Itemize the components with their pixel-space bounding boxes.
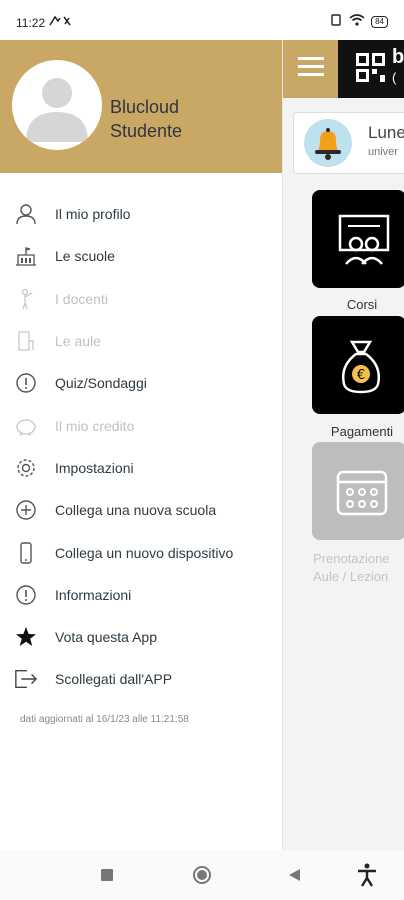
user-first-name: Blucloud: [110, 97, 180, 117]
avatar[interactable]: [12, 60, 102, 150]
circle-icon: [193, 866, 211, 884]
menu-item-settings[interactable]: Impostazioni: [0, 447, 282, 489]
app-header-logo: b (: [338, 40, 404, 98]
menu-item-rate-app[interactable]: Vota questa App: [0, 616, 282, 658]
star-icon: [14, 625, 38, 649]
gear-icon: [14, 456, 38, 480]
menu-item-classrooms[interactable]: Le aule: [0, 320, 282, 362]
menu-item-teachers[interactable]: I docenti: [0, 278, 282, 320]
school-icon: [14, 244, 38, 268]
bell-icon: [304, 119, 352, 167]
courses-tile[interactable]: [312, 190, 404, 288]
payments-label: Pagamenti: [330, 424, 394, 439]
money-bag-icon: €: [342, 340, 380, 394]
accessibility-icon: [358, 863, 376, 887]
menu-item-quiz[interactable]: Quiz/Sondaggi: [0, 362, 282, 404]
menu-item-profile[interactable]: Il mio profilo: [0, 193, 282, 235]
info-circle-icon: [14, 371, 38, 395]
battery-indicator: 84: [371, 16, 388, 28]
wifi-icon: [349, 13, 365, 31]
hamburger-menu-button[interactable]: [282, 40, 338, 98]
status-time: 11:22: [16, 15, 46, 30]
info-circle-icon: [14, 583, 38, 607]
courses-label: Corsi: [346, 297, 378, 312]
menu-item-schools[interactable]: Le scuole: [0, 235, 282, 277]
user-icon: [14, 202, 38, 226]
vibrate-icon: [329, 13, 343, 31]
booking-tile[interactable]: [312, 442, 404, 540]
app-header-title: b: [392, 46, 404, 68]
calendar-icon: [336, 470, 388, 516]
phone-icon: [14, 541, 38, 565]
drawer-header: Blucloud Studente: [0, 40, 282, 173]
last-updated-text: dati aggiornati al 16/1/23 alle 11:21:58: [20, 714, 189, 725]
classroom-icon: [14, 329, 38, 353]
classroom-board-icon: [338, 214, 390, 265]
announcement-title: Lune: [368, 123, 404, 142]
announcement-card[interactable]: Lune univer: [293, 112, 404, 174]
status-bar: 11:22 84: [0, 0, 404, 40]
menu-item-info[interactable]: Informazioni: [0, 574, 282, 616]
svg-text:€: €: [357, 368, 365, 383]
notification-icons: [49, 15, 73, 30]
menu-item-credit[interactable]: Il mio credito: [0, 404, 282, 446]
piggy-bank-icon: [14, 414, 38, 438]
menu-item-logout[interactable]: Scollegati dall'APP: [0, 658, 282, 700]
teacher-icon: [14, 287, 38, 311]
menu-item-link-school[interactable]: Collega una nuova scuola: [0, 489, 282, 531]
system-navigation-bar: [0, 850, 404, 900]
app-header-subtitle: (: [392, 70, 397, 85]
hamburger-icon: [298, 57, 324, 76]
square-icon: [101, 869, 113, 881]
navigation-drawer: Blucloud Studente Il mio profilo Le scuo…: [0, 40, 283, 850]
plus-circle-icon: [14, 498, 38, 522]
user-last-name: Studente: [110, 121, 183, 141]
accessibility-button[interactable]: [356, 863, 378, 892]
booking-label: Prenotazione Aule / Lezion: [313, 551, 390, 584]
payments-tile[interactable]: €: [312, 316, 404, 414]
home-button[interactable]: [192, 865, 212, 890]
triangle-back-icon: [289, 869, 300, 881]
menu-item-link-device[interactable]: Collega un nuovo dispositivo: [0, 531, 282, 573]
drawer-menu: Il mio profilo Le scuole I docenti Le au…: [0, 193, 282, 701]
back-button[interactable]: [286, 867, 302, 888]
recents-button[interactable]: [100, 868, 114, 887]
announcement-subtitle: univer: [368, 146, 398, 158]
default-user-avatar-icon: [26, 78, 88, 142]
qr-logo-icon: [356, 53, 385, 82]
user-name: Blucloud Studente: [110, 95, 182, 143]
logout-icon: [14, 667, 38, 691]
